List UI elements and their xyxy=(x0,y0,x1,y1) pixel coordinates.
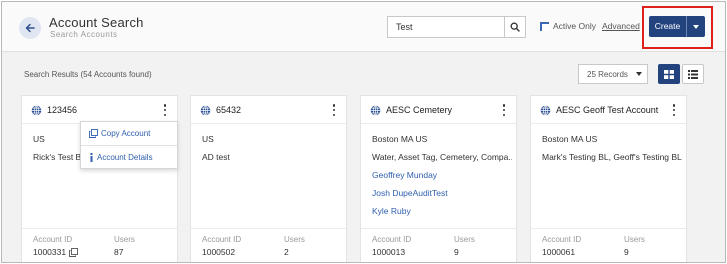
search-icon xyxy=(510,22,520,32)
account-search-page: Account Search Search Accounts Active On… xyxy=(1,1,726,263)
menu-divider xyxy=(81,145,177,146)
contact-link[interactable]: Josh DupeAuditTest xyxy=(372,188,448,198)
users-count: 87 xyxy=(114,247,124,257)
card-description: Water, Asset Tag, Cemetery, Compa... xyxy=(372,152,512,162)
list-view-button[interactable] xyxy=(682,64,704,84)
advanced-search-link[interactable]: Advanced xyxy=(602,21,640,31)
more-options-icon[interactable] xyxy=(670,103,678,117)
records-per-page-select[interactable]: 25 Records xyxy=(578,64,648,84)
copy-icon[interactable] xyxy=(69,247,79,257)
records-per-page-value: 25 Records xyxy=(587,69,628,79)
page-title: Account Search xyxy=(49,15,144,30)
card-header: 65432 xyxy=(191,96,346,124)
page-header: Account Search Search Accounts Active On… xyxy=(2,2,725,52)
contact-link[interactable]: Geoffrey Munday xyxy=(372,170,437,180)
account-card[interactable]: AESC Cemetery Boston MA US Water, Asset … xyxy=(360,95,517,262)
users-count: 2 xyxy=(284,247,289,257)
card-description: Mark's Testing BL, Geoff's Testing BL xyxy=(542,152,682,162)
card-header: 123456 xyxy=(22,96,177,124)
account-details-label: Account Details xyxy=(97,153,153,162)
globe-icon xyxy=(540,105,551,116)
more-options-icon[interactable] xyxy=(330,103,338,117)
card-title[interactable]: 65432 xyxy=(216,105,241,115)
create-dropdown-toggle[interactable] xyxy=(687,24,705,29)
card-footer: Account ID 1000331 Users 87 xyxy=(22,228,177,262)
search-button[interactable] xyxy=(504,16,526,38)
card-options-menu: Copy Account Account Details xyxy=(80,121,178,169)
account-id-value: 1000013 xyxy=(372,247,406,257)
back-button[interactable] xyxy=(19,17,41,39)
active-only-checkbox[interactable] xyxy=(540,21,549,31)
account-id-label: Account ID xyxy=(33,235,73,244)
card-location: US xyxy=(202,134,214,144)
card-title[interactable]: 123456 xyxy=(47,105,77,115)
account-id-text: 1000331 xyxy=(33,247,67,257)
card-location: US xyxy=(33,134,45,144)
account-id-value: 1000331 xyxy=(33,247,79,257)
info-icon xyxy=(90,153,93,162)
account-id-value: 1000061 xyxy=(542,247,576,257)
card-description: Rick's Test Bl xyxy=(33,152,84,162)
arrow-left-icon xyxy=(25,23,35,33)
select-arrow-icon xyxy=(636,72,642,76)
globe-icon xyxy=(31,105,42,116)
caret-down-icon xyxy=(693,24,699,29)
users-label: Users xyxy=(114,235,135,244)
account-id-label: Account ID xyxy=(542,235,582,244)
card-description: AD test xyxy=(202,152,230,162)
card-header: AESC Geoff Test Account xyxy=(531,96,686,124)
card-title[interactable]: AESC Cemetery xyxy=(386,105,452,115)
more-options-icon[interactable] xyxy=(161,103,169,117)
card-footer: Account ID 1000061 Users 9 xyxy=(531,228,686,262)
users-label: Users xyxy=(624,235,645,244)
users-label: Users xyxy=(284,235,305,244)
list-icon xyxy=(688,69,698,79)
account-id-label: Account ID xyxy=(372,235,412,244)
copy-account-label: Copy Account xyxy=(101,129,151,138)
copy-icon xyxy=(89,129,98,138)
grid-icon xyxy=(664,69,674,79)
active-only-toggle[interactable]: Active Only xyxy=(540,21,596,31)
users-count: 9 xyxy=(454,247,459,257)
card-title[interactable]: AESC Geoff Test Account xyxy=(556,105,658,115)
account-details-menu-item[interactable]: Account Details xyxy=(89,153,153,162)
results-summary: Search Results (54 Accounts found) xyxy=(24,70,152,79)
globe-icon xyxy=(200,105,211,116)
create-button[interactable]: Create xyxy=(649,16,705,37)
card-location: Boston MA US xyxy=(542,134,598,144)
page-subtitle: Search Accounts xyxy=(50,30,118,39)
card-header: AESC Cemetery xyxy=(361,96,516,124)
users-label: Users xyxy=(454,235,475,244)
users-count: 9 xyxy=(624,247,629,257)
card-footer: Account ID 1000502 Users 2 xyxy=(191,228,346,262)
grid-view-button[interactable] xyxy=(658,64,680,84)
account-card[interactable]: AESC Geoff Test Account Boston MA US Mar… xyxy=(530,95,687,262)
contact-link[interactable]: Kyle Ruby xyxy=(372,206,411,216)
card-location: Boston MA US xyxy=(372,134,428,144)
active-only-label: Active Only xyxy=(553,21,596,31)
search-input[interactable] xyxy=(387,16,504,38)
globe-icon xyxy=(370,105,381,116)
card-footer: Account ID 1000013 Users 9 xyxy=(361,228,516,262)
copy-account-menu-item[interactable]: Copy Account xyxy=(89,129,150,138)
account-id-value: 1000502 xyxy=(202,247,236,257)
create-button-label: Create xyxy=(649,16,687,37)
more-options-icon[interactable] xyxy=(500,103,508,117)
account-id-label: Account ID xyxy=(202,235,242,244)
account-card[interactable]: 65432 US AD test Account ID 1000502 User… xyxy=(190,95,347,262)
